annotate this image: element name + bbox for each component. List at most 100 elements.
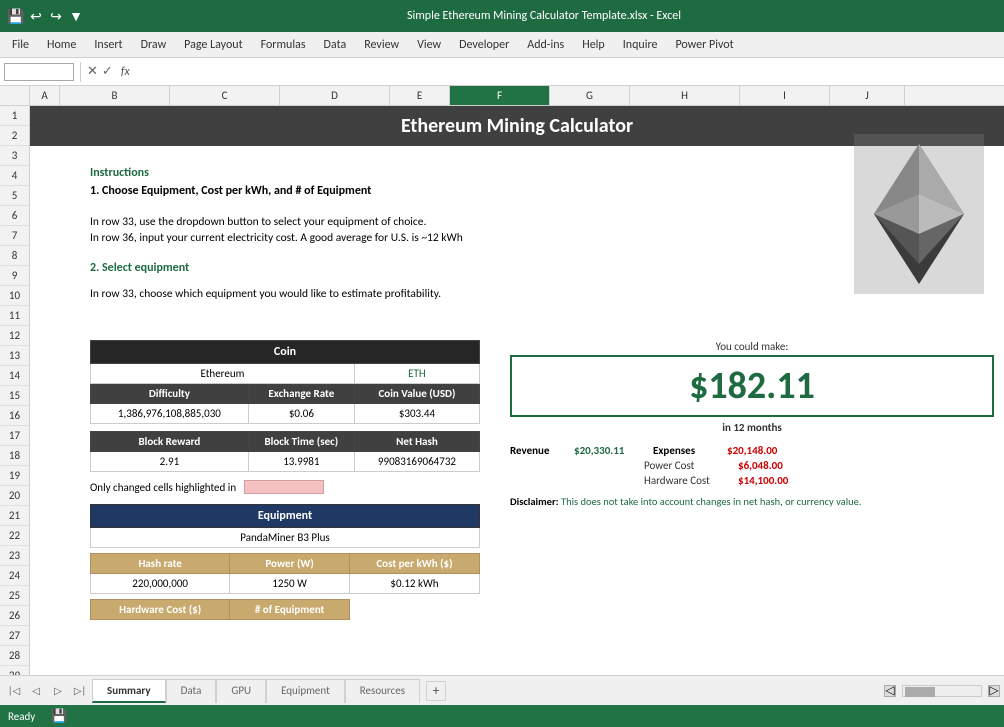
block-reward-header: Block Reward: [91, 432, 249, 452]
col-header-B[interactable]: B: [60, 86, 170, 105]
title-bar-icons[interactable]: 💾 ↩ ↪ ▼: [8, 8, 84, 24]
ribbon-item-file[interactable]: File: [4, 36, 37, 54]
you-could-make-label: You could make:: [510, 340, 994, 353]
row-num-7[interactable]: 7: [0, 226, 29, 246]
row-num-10[interactable]: 10: [0, 286, 29, 306]
block-time-header: Block Time (sec): [248, 432, 354, 452]
row-num-19[interactable]: 19: [0, 466, 29, 486]
ribbon-menu: FileHomeInsertDrawPage LayoutFormulasDat…: [0, 32, 1004, 58]
sheet-tab-gpu[interactable]: GPU: [216, 679, 266, 703]
row-num-24[interactable]: 24: [0, 566, 29, 586]
status-save-icon: 💾: [51, 709, 67, 724]
coin-value-header: Coin Value (USD): [354, 384, 479, 404]
row-num-9[interactable]: 9: [0, 266, 29, 286]
col-header-C[interactable]: C: [170, 86, 280, 105]
row-num-13[interactable]: 13: [0, 346, 29, 366]
row-num-4[interactable]: 4: [0, 166, 29, 186]
col-header-H[interactable]: H: [630, 86, 740, 105]
row-num-21[interactable]: 21: [0, 506, 29, 526]
ribbon-item-page-layout[interactable]: Page Layout: [176, 36, 250, 54]
ribbon-item-help[interactable]: Help: [574, 36, 613, 54]
sheet-tab-resources[interactable]: Resources: [345, 679, 420, 703]
ribbon-item-data[interactable]: Data: [316, 36, 355, 54]
hash-rate-val: 220,000,000: [91, 574, 230, 594]
sheet-tab-equipment[interactable]: Equipment: [266, 679, 345, 703]
row-num-17[interactable]: 17: [0, 426, 29, 446]
ribbon-item-formulas[interactable]: Formulas: [253, 36, 314, 54]
row-num-6[interactable]: 6: [0, 206, 29, 226]
scroll-right-btn[interactable]: ▷: [988, 685, 1000, 697]
row-num-8[interactable]: 8: [0, 246, 29, 266]
col-header-E[interactable]: E: [390, 86, 450, 105]
row-num-16[interactable]: 16: [0, 406, 29, 426]
fx-label: fx: [121, 65, 130, 79]
row-num-5[interactable]: 5: [0, 186, 29, 206]
scroll-thumb[interactable]: [905, 687, 935, 697]
row-num-18[interactable]: 18: [0, 446, 29, 466]
coin-subheader-row: Difficulty Exchange Rate Coin Value (USD…: [91, 384, 480, 404]
ribbon-item-home[interactable]: Home: [39, 36, 84, 54]
net-hash-header: Net Hash: [354, 432, 479, 452]
row-num-3[interactable]: 3: [0, 146, 29, 166]
col-header-J[interactable]: J: [830, 86, 905, 105]
confirm-formula-icon[interactable]: ✓: [102, 64, 113, 79]
coin-header: Coin: [91, 341, 480, 364]
row-num-29[interactable]: 29: [0, 666, 29, 675]
ribbon-item-insert[interactable]: Insert: [86, 36, 130, 54]
status-ready: Ready: [8, 710, 35, 723]
cell-reference[interactable]: F17: [4, 63, 74, 81]
more-icon[interactable]: ▼: [68, 8, 84, 24]
power-cost-label: Power Cost: [644, 459, 734, 472]
power-w-header: Power (W): [230, 554, 350, 574]
col-header-A[interactable]: A: [30, 86, 60, 105]
revenue-row: Revenue $20,330.11 Expenses $20,148.00: [510, 444, 994, 457]
sheet-tab-data[interactable]: Data: [166, 679, 217, 703]
cells-area[interactable]: Ethereum Mining Calculator Instructions …: [30, 106, 1004, 675]
save-icon[interactable]: 💾: [8, 8, 24, 24]
redo-icon[interactable]: ↪: [48, 8, 64, 24]
col-header-I[interactable]: I: [740, 86, 830, 105]
undo-icon[interactable]: ↩: [28, 8, 44, 24]
ribbon-item-add-ins[interactable]: Add-ins: [519, 36, 572, 54]
row-num-28[interactable]: 28: [0, 646, 29, 666]
sheet-tab-summary[interactable]: Summary: [92, 679, 166, 703]
expenses-label: Expenses: [653, 444, 723, 457]
row-num-14[interactable]: 14: [0, 366, 29, 386]
tab-nav-right[interactable]: ▷: [48, 681, 68, 701]
ribbon-item-power-pivot[interactable]: Power Pivot: [667, 36, 741, 54]
ribbon-items[interactable]: FileHomeInsertDrawPage LayoutFormulasDat…: [4, 36, 742, 54]
col-header-G[interactable]: G: [550, 86, 630, 105]
tab-nav-left-left[interactable]: |◁: [4, 681, 24, 701]
row-num-22[interactable]: 22: [0, 526, 29, 546]
row-num-27[interactable]: 27: [0, 626, 29, 646]
formula-icons[interactable]: ✕ ✓: [87, 64, 113, 79]
row-num-12[interactable]: 12: [0, 326, 29, 346]
row-num-1[interactable]: 1: [0, 106, 29, 126]
equipment-name: PandaMiner B3 Plus: [91, 528, 480, 548]
ribbon-item-view[interactable]: View: [409, 36, 449, 54]
row-num-11[interactable]: 11: [0, 306, 29, 326]
col-header-F[interactable]: F: [450, 86, 550, 105]
scroll-left-btn[interactable]: ◁: [884, 685, 896, 697]
ribbon-item-inquire[interactable]: Inquire: [615, 36, 666, 54]
row-num-23[interactable]: 23: [0, 546, 29, 566]
tab-nav-right-right[interactable]: ▷|: [70, 681, 90, 701]
row-num-25[interactable]: 25: [0, 586, 29, 606]
ribbon-item-draw[interactable]: Draw: [133, 36, 175, 54]
row-num-2[interactable]: 2: [0, 126, 29, 146]
tab-bar: |◁ ◁ ▷ ▷| SummaryDataGPUEquipmentResourc…: [0, 675, 1004, 705]
row-num-15[interactable]: 15: [0, 386, 29, 406]
row-num-20[interactable]: 20: [0, 486, 29, 506]
add-sheet-button[interactable]: +: [426, 681, 446, 701]
ribbon-item-review[interactable]: Review: [356, 36, 407, 54]
spacer-row-table: [91, 424, 480, 432]
cancel-formula-icon[interactable]: ✕: [87, 64, 98, 79]
row-num-26[interactable]: 26: [0, 606, 29, 626]
ribbon-item-developer[interactable]: Developer: [451, 36, 517, 54]
formula-input[interactable]: =G22-I22: [138, 63, 1000, 81]
col-header-D[interactable]: D: [280, 86, 390, 105]
big-amount: $182.11: [689, 363, 815, 409]
row-13: [90, 302, 994, 316]
sheet-tabs[interactable]: SummaryDataGPUEquipmentResources: [92, 679, 420, 703]
tab-nav-left[interactable]: ◁: [26, 681, 46, 701]
